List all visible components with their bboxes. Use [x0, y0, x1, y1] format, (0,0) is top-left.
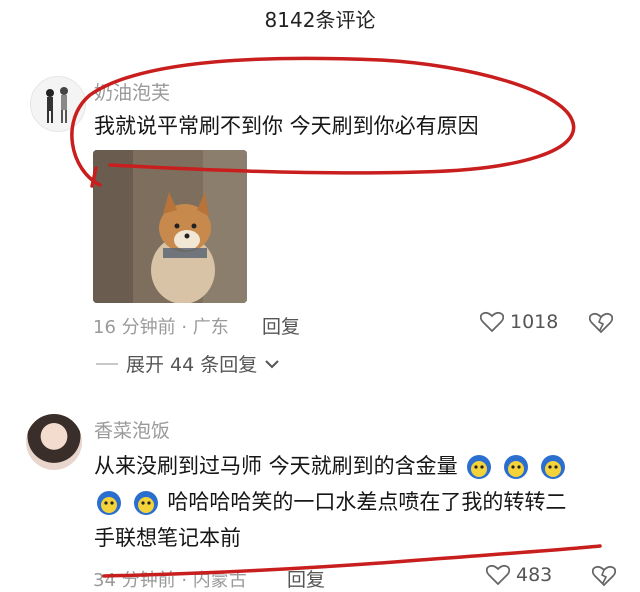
comment-text-line: 从来没刷到过马师 今天就刷到的含金量: [94, 454, 458, 478]
comment-text: 我就说平常刷不到你 今天刷到你必有原因: [94, 114, 479, 138]
avatar[interactable]: [26, 414, 82, 470]
expand-replies-label: 展开 44 条回复: [126, 354, 258, 376]
shiba-dog-image[interactable]: [93, 150, 247, 303]
expand-replies-button[interactable]: 展开 44 条回复: [96, 350, 279, 377]
like-count: 483: [516, 564, 553, 586]
comment-text: 从来没刷到过马师 今天就刷到的含金量 哈哈哈哈笑的一口水差点喷在了我的转转二 手…: [94, 448, 568, 556]
comment-username[interactable]: 奶油泡芙: [94, 78, 170, 105]
emoji-icon: [97, 491, 121, 515]
reply-button[interactable]: 回复: [287, 565, 325, 592]
comments-count-title: 8142条评论: [264, 8, 376, 32]
heart-icon: [486, 564, 510, 586]
like-button[interactable]: 483: [486, 564, 552, 586]
emoji-icon: [467, 455, 492, 479]
emoji-icon: [504, 455, 529, 479]
emoji-icon: [133, 491, 158, 515]
expand-divider: [96, 362, 118, 365]
dislike-button[interactable]: [591, 565, 617, 591]
dislike-heart-icon: [588, 312, 614, 334]
chevron-down-icon: [265, 359, 279, 368]
heart-icon: [480, 311, 504, 333]
comment-text-line: 手联想笔记本前: [94, 526, 241, 550]
comment-timestamp-location: 16 分钟前 · 广东: [93, 317, 229, 338]
reply-button[interactable]: 回复: [262, 312, 300, 339]
avatar[interactable]: [30, 76, 86, 132]
avatar-illustration: [46, 87, 68, 123]
comment-username[interactable]: 香菜泡饭: [94, 416, 170, 443]
comment-text-line: 哈哈哈哈笑的一口水差点喷在了我的转转二: [167, 490, 567, 514]
dislike-button[interactable]: [588, 312, 614, 338]
like-count: 1018: [510, 311, 559, 333]
like-button[interactable]: 1018: [480, 311, 558, 333]
emoji-icon: [540, 455, 565, 479]
dislike-heart-icon: [591, 565, 617, 587]
comment-timestamp-location: 34 分钟前 · 内蒙古: [93, 570, 247, 591]
